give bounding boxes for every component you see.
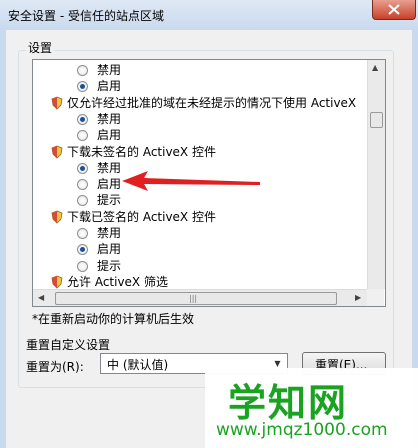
horizontal-scroll-thumb[interactable]: ||| xyxy=(55,292,337,305)
radio-unselected[interactable] xyxy=(77,130,88,141)
setting-header-label: 允许 ActiveX 筛选 xyxy=(67,275,168,289)
reset-level-value: 中 (默认值) xyxy=(107,358,169,372)
radio-selected[interactable] xyxy=(77,244,88,255)
restart-note: *在重新启动你的计算机后生效 xyxy=(32,312,195,326)
settings-group-title: 设置 xyxy=(26,39,55,56)
horizontal-scrollbar[interactable]: ◀ ||| ▶ xyxy=(33,289,367,306)
shield-icon xyxy=(51,96,63,110)
scroll-left-icon[interactable]: ◀ xyxy=(38,293,44,302)
setting-header-label: 仅允许经过批准的域在未经提示的情况下使用 ActiveX xyxy=(67,96,357,110)
setting-option-label: 启用 xyxy=(97,242,122,256)
radio-unselected[interactable] xyxy=(77,65,88,76)
shield-icon xyxy=(51,145,63,159)
radio-unselected[interactable] xyxy=(77,261,88,272)
scroll-right-icon[interactable]: ▶ xyxy=(355,293,361,302)
reset-to-label: 重置为(R): xyxy=(26,360,84,374)
radio-unselected[interactable] xyxy=(77,228,88,239)
reset-group-title: 重置自定义设置 xyxy=(26,338,111,352)
scroll-up-icon[interactable]: ▲ xyxy=(372,63,378,72)
title-bar: 安全设置 - 受信任的站点区域 xyxy=(0,0,418,30)
watermark-url: www.jmqz1000.com xyxy=(216,420,388,440)
radio-unselected[interactable] xyxy=(77,179,88,190)
radio-selected[interactable] xyxy=(77,81,88,92)
setting-option-label: 禁用 xyxy=(97,63,122,77)
vertical-scrollbar[interactable]: ▲ xyxy=(367,60,385,289)
shield-icon xyxy=(51,275,63,289)
setting-option-label: 启用 xyxy=(97,79,122,93)
setting-header-label: 下载未签名的 ActiveX 控件 xyxy=(67,145,216,159)
setting-option-label: 提示 xyxy=(97,193,122,207)
setting-header-label: 下载已签名的 ActiveX 控件 xyxy=(67,210,216,224)
scroll-corner xyxy=(367,289,384,306)
watermark-logo-text: 学知网 xyxy=(228,381,349,425)
shield-icon xyxy=(51,210,63,224)
setting-option-label: 提示 xyxy=(97,259,122,273)
close-icon xyxy=(388,4,400,15)
vertical-scroll-thumb[interactable] xyxy=(370,112,383,128)
window-title: 安全设置 - 受信任的站点区域 xyxy=(8,9,164,23)
red-arrow-annotation xyxy=(122,171,260,191)
radio-unselected[interactable] xyxy=(77,195,88,206)
setting-option-label: 启用 xyxy=(97,128,122,142)
setting-option-label: 禁用 xyxy=(97,226,122,240)
radio-selected[interactable] xyxy=(77,114,88,125)
setting-option-label: 禁用 xyxy=(97,112,122,126)
radio-selected[interactable] xyxy=(77,163,88,174)
close-button[interactable] xyxy=(372,0,416,20)
